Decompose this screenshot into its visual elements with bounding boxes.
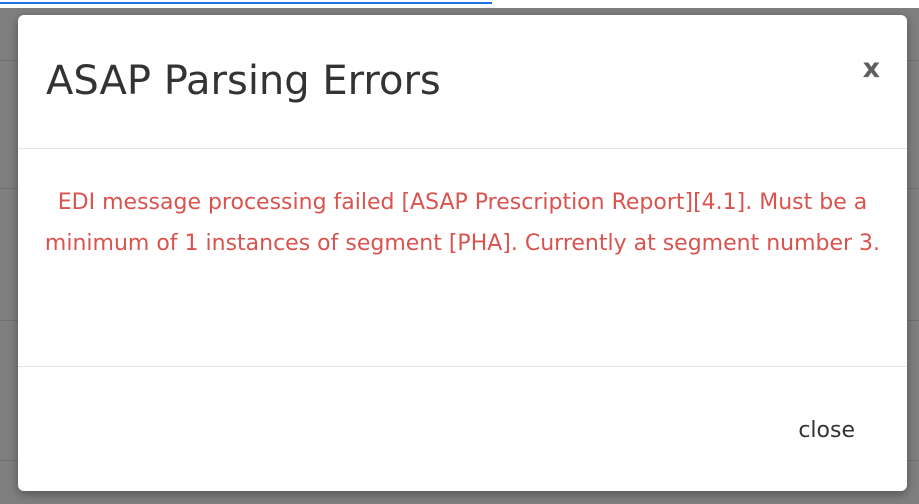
page-top-strip [0, 0, 919, 8]
dialog-title: ASAP Parsing Errors [46, 58, 441, 104]
dialog-body: EDI message processing failed [ASAP Pres… [18, 149, 907, 367]
error-message: EDI message processing failed [ASAP Pres… [44, 190, 881, 256]
close-icon[interactable]: x [863, 55, 880, 82]
page-link-underline[interactable] [0, 2, 492, 4]
close-button[interactable]: close [798, 418, 855, 443]
error-dialog: ASAP Parsing Errors x EDI message proces… [18, 15, 907, 491]
modal-backdrop[interactable]: ASAP Parsing Errors x EDI message proces… [0, 0, 919, 504]
dialog-footer: close [18, 367, 907, 491]
dialog-header: ASAP Parsing Errors x [18, 15, 907, 149]
